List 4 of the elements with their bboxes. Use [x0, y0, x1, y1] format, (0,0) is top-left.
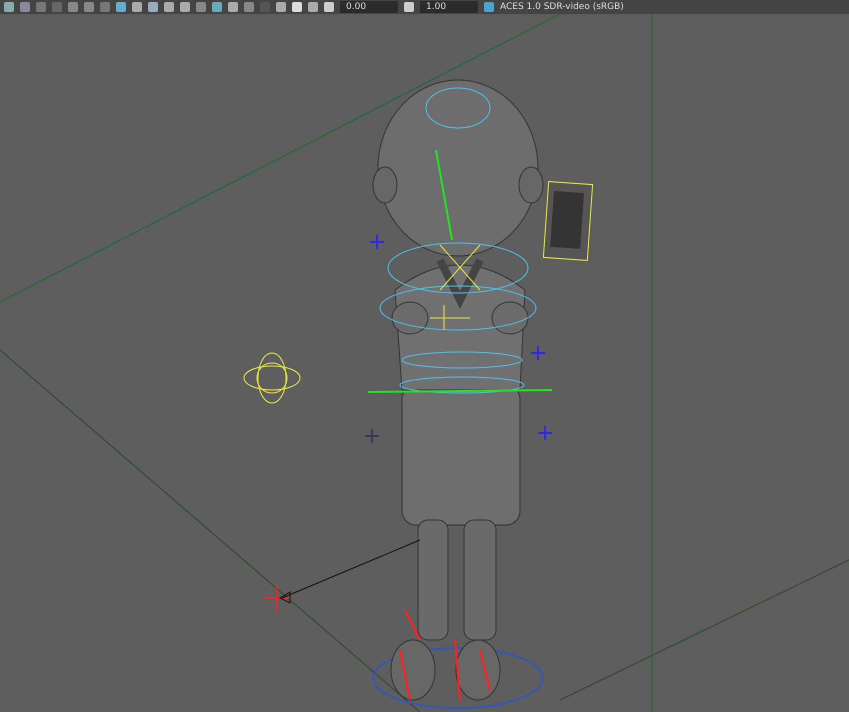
- exposure-field[interactable]: 0.00: [340, 1, 398, 13]
- gamma-field[interactable]: 1.00: [420, 1, 478, 13]
- color-space-label: ACES 1.0 SDR-video (sRGB): [500, 1, 624, 13]
- locator-control-icon[interactable]: [244, 352, 300, 404]
